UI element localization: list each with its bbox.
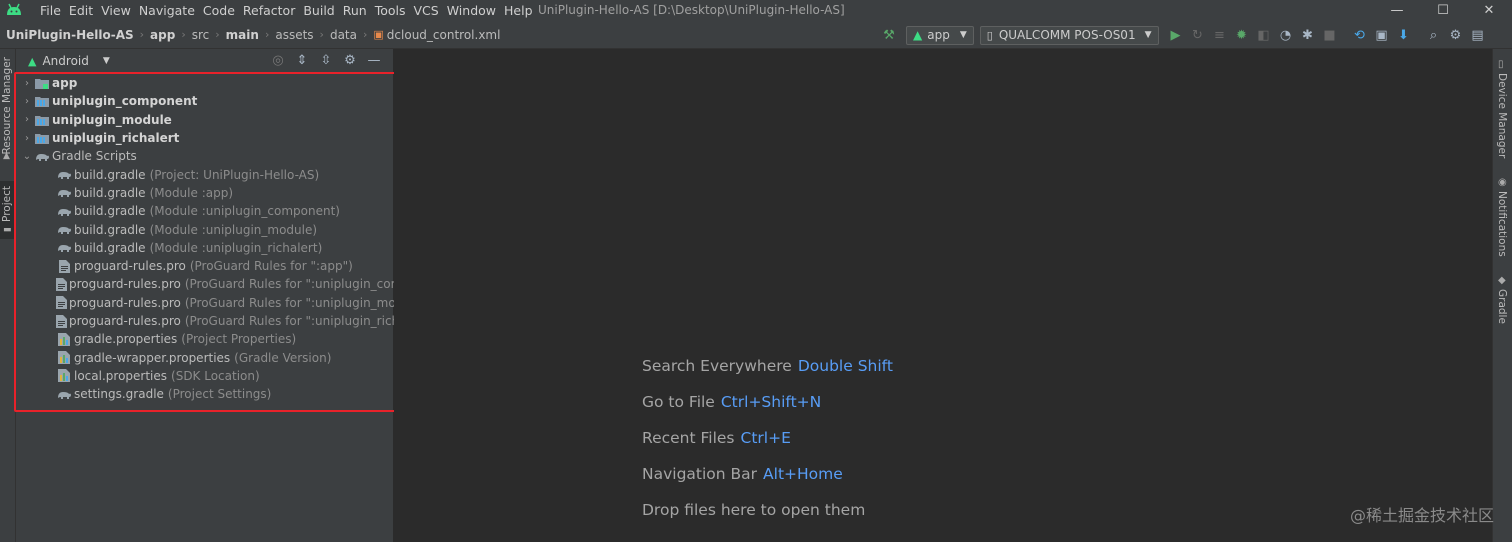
chevron-right-icon: ›: [319, 28, 324, 41]
chevron-down-icon: ▼: [959, 30, 967, 40]
hint-label: Recent Files: [642, 429, 735, 447]
hint-search-everywhere: Search Everywhere Double Shift: [642, 357, 893, 375]
hint-label: Drop files here to open them: [642, 501, 866, 519]
run-config-label: app: [927, 28, 950, 42]
bell-icon: ◉: [1498, 177, 1507, 188]
hint-shortcut: Alt+Home: [763, 465, 843, 483]
breadcrumb-file[interactable]: dcloud_control.xml: [387, 28, 501, 42]
watermark: @稀土掘金技术社区: [1349, 506, 1494, 525]
window-controls: — ☐ ✕: [1374, 0, 1512, 21]
view-mode-select[interactable]: ▲ Android ▼: [28, 54, 110, 68]
folder-icon: ▬: [3, 225, 12, 235]
menu-code[interactable]: Code: [199, 0, 239, 21]
device-manager-tab[interactable]: Device Manager: [1496, 73, 1508, 158]
hint-shortcut: Ctrl+E: [740, 429, 791, 447]
device-phone-icon: ▯: [986, 28, 993, 42]
window-title: UniPlugin-Hello-AS [D:\Desktop\UniPlugin…: [538, 3, 845, 17]
run-config-select[interactable]: ▲ app ▼: [906, 25, 974, 45]
android-icon: ▲: [28, 54, 37, 68]
chevron-down-icon: ▼: [102, 56, 110, 66]
chevron-down-icon: ▼: [1144, 30, 1152, 40]
menu-window[interactable]: Window: [443, 0, 500, 21]
breadcrumb-main[interactable]: main: [226, 28, 259, 42]
editor-empty-area: Search Everywhere Double Shift Go to File…: [394, 49, 1492, 542]
hint-navigation-bar: Navigation Bar Alt+Home: [642, 465, 843, 483]
device-manager-icon: ▯: [1498, 59, 1504, 70]
attach-debugger-icon[interactable]: ✱: [1297, 25, 1319, 45]
hint-recent-files: Recent Files Ctrl+E: [642, 429, 791, 447]
build-hammer-icon[interactable]: ⚒: [878, 25, 900, 45]
minimize-button[interactable]: —: [1374, 0, 1420, 21]
menu-file[interactable]: File: [36, 0, 65, 21]
device-select[interactable]: ▯ QUALCOMM POS-OS01 ▼: [979, 25, 1159, 45]
profile-icon[interactable]: ◔: [1275, 25, 1297, 45]
gear-icon[interactable]: ⚙: [1445, 25, 1467, 45]
select-opened-file-icon[interactable]: ◎: [266, 52, 290, 70]
hide-panel-icon[interactable]: —: [362, 52, 386, 70]
notifications-tab[interactable]: Notifications: [1496, 191, 1508, 257]
gradle-elephant-icon: ◆: [1498, 275, 1506, 286]
maximize-button[interactable]: ☐: [1420, 0, 1466, 21]
run-icon[interactable]: ▶: [1165, 25, 1187, 45]
menu-tools[interactable]: Tools: [371, 0, 410, 21]
project-tab[interactable]: Project: [1, 186, 13, 222]
hint-label: Search Everywhere: [642, 357, 792, 375]
apply-changes-icon[interactable]: ↻: [1187, 25, 1209, 45]
code-with-me-icon[interactable]: ▤: [1467, 25, 1489, 45]
breadcrumb-data[interactable]: data: [330, 28, 357, 42]
navigation-bar: UniPlugin-Hello-AS › app › src › main › …: [0, 21, 1512, 49]
hint-go-to-file: Go to File Ctrl+Shift+N: [642, 393, 821, 411]
gradle-tab[interactable]: Gradle: [1496, 289, 1508, 324]
stop-icon[interactable]: ■: [1319, 25, 1341, 45]
panel-header-actions: ◎ ⇕ ⇳ ⚙ —: [266, 52, 386, 70]
run-toolbar: ⚒ ▲ app ▼ ▯ QUALCOMM POS-OS01 ▼ ▶ ↻ ≡ ✹ …: [878, 25, 1489, 45]
hint-shortcut: Double Shift: [797, 357, 893, 375]
search-icon[interactable]: ⌕: [1423, 25, 1445, 45]
apply-code-changes-icon[interactable]: ≡: [1209, 25, 1231, 45]
menu-view[interactable]: View: [97, 0, 135, 21]
right-tool-strip: ▯ Device Manager ◉ Notifications ◆ Gradl…: [1492, 49, 1512, 542]
resource-manager-icon: ▲: [3, 151, 10, 161]
android-studio-logo-icon: [5, 3, 23, 20]
sync-gradle-icon[interactable]: ⟲: [1349, 25, 1371, 45]
sdk-manager-icon[interactable]: ⬇: [1393, 25, 1415, 45]
menu-run[interactable]: Run: [339, 0, 371, 21]
menu-vcs[interactable]: VCS: [410, 0, 443, 21]
chevron-right-icon: ›: [181, 28, 186, 41]
resource-manager-tab[interactable]: Resource Manager: [1, 57, 13, 155]
run-coverage-icon[interactable]: ◧: [1253, 25, 1275, 45]
breadcrumb-assets[interactable]: assets: [275, 28, 313, 42]
menu-refactor[interactable]: Refactor: [239, 0, 299, 21]
android-icon: ▲: [913, 28, 923, 42]
chevron-right-icon: ›: [215, 28, 220, 41]
chevron-right-icon: ›: [264, 28, 270, 41]
hint-label: Go to File: [642, 393, 715, 411]
gear-icon[interactable]: ⚙: [338, 52, 362, 70]
view-mode-label: Android: [42, 54, 89, 68]
highlight-box: [14, 72, 415, 412]
device-label: QUALCOMM POS-OS01: [998, 28, 1136, 42]
hint-drop-files: Drop files here to open them: [642, 501, 865, 519]
xml-file-icon: ▣: [373, 28, 384, 41]
device-manager-icon[interactable]: ▣: [1371, 25, 1393, 45]
breadcrumb-project[interactable]: UniPlugin-Hello-AS: [6, 28, 134, 42]
breadcrumb-src[interactable]: src: [192, 28, 210, 42]
chevron-right-icon: ›: [139, 28, 145, 41]
menu-navigate[interactable]: Navigate: [135, 0, 199, 21]
menu-edit[interactable]: Edit: [65, 0, 97, 21]
collapse-all-icon[interactable]: ⇳: [314, 52, 338, 70]
hint-shortcut: Ctrl+Shift+N: [720, 393, 822, 411]
menu-build[interactable]: Build: [299, 0, 338, 21]
menu-help[interactable]: Help: [500, 0, 537, 21]
project-panel-header: ▲ Android ▼ ◎ ⇕ ⇳ ⚙ —: [16, 49, 394, 73]
breadcrumb-app[interactable]: app: [150, 28, 175, 42]
breadcrumb: UniPlugin-Hello-AS › app › src › main › …: [6, 21, 500, 48]
expand-all-icon[interactable]: ⇕: [290, 52, 314, 70]
debug-icon[interactable]: ✹: [1231, 25, 1253, 45]
hint-label: Navigation Bar: [642, 465, 758, 483]
close-window-button[interactable]: ✕: [1466, 0, 1512, 21]
menu-bar: File Edit View Navigate Code Refactor Bu…: [36, 0, 537, 21]
chevron-right-icon: ›: [362, 28, 368, 41]
title-bar: File Edit View Navigate Code Refactor Bu…: [0, 0, 1512, 21]
